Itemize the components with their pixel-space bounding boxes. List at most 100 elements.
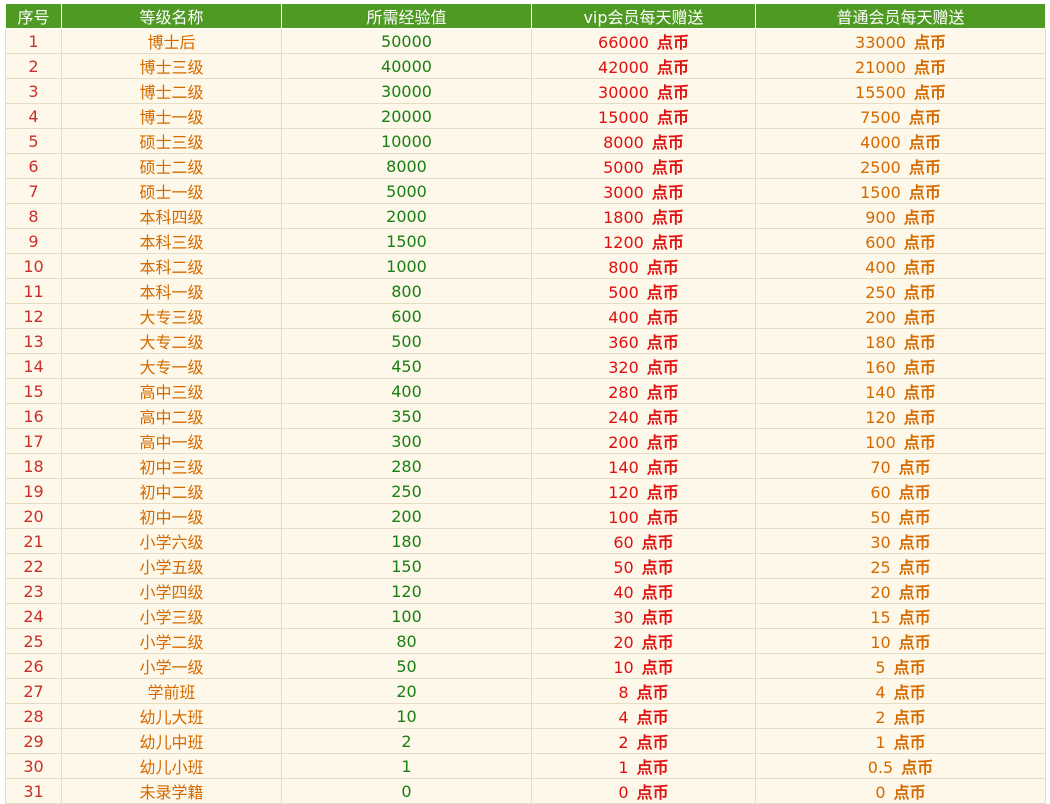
normal-daily-coins: 120 点币	[755, 403, 1046, 429]
vip-unit: 点币	[656, 108, 689, 127]
vip-amount: 15000	[598, 108, 649, 127]
vip-daily-coins: 5000 点币	[531, 153, 756, 179]
vip-daily-coins: 30 点币	[531, 603, 756, 629]
vip-amount: 2	[618, 733, 629, 752]
table-row: 17 高中一级 300 200 点币 100 点币	[5, 428, 1046, 454]
vip-unit: 点币	[641, 533, 674, 552]
vip-amount: 100	[608, 508, 639, 527]
normal-unit: 点币	[908, 108, 941, 127]
normal-daily-coins: 200 点币	[755, 303, 1046, 329]
vip-unit: 点币	[646, 383, 679, 402]
normal-amount: 33000	[855, 33, 906, 52]
normal-amount: 100	[865, 433, 896, 452]
required-experience: 250	[281, 478, 532, 504]
row-index: 15	[5, 378, 62, 404]
normal-unit: 点币	[898, 533, 931, 552]
required-experience: 150	[281, 553, 532, 579]
row-index: 2	[5, 53, 62, 79]
table-row: 2 博士三级 40000 42000 点币 21000 点币	[5, 53, 1046, 79]
level-name: 小学一级	[61, 653, 282, 679]
level-name: 大专二级	[61, 328, 282, 354]
normal-unit: 点币	[898, 633, 931, 652]
normal-unit: 点币	[893, 733, 926, 752]
table-row: 14 大专一级 450 320 点币 160 点币	[5, 353, 1046, 379]
normal-amount: 70	[870, 458, 891, 477]
vip-unit: 点币	[641, 658, 674, 677]
normal-daily-coins: 100 点币	[755, 428, 1046, 454]
required-experience: 20000	[281, 103, 532, 129]
normal-amount: 120	[865, 408, 896, 427]
normal-unit: 点币	[903, 208, 936, 227]
normal-amount: 21000	[855, 58, 906, 77]
required-experience: 10	[281, 703, 532, 729]
required-experience: 100	[281, 603, 532, 629]
required-experience: 200	[281, 503, 532, 529]
level-name: 博士三级	[61, 53, 282, 79]
normal-unit: 点币	[903, 283, 936, 302]
vip-daily-coins: 360 点币	[531, 328, 756, 354]
normal-amount: 7500	[860, 108, 901, 127]
level-name: 小学五级	[61, 553, 282, 579]
normal-amount: 250	[865, 283, 896, 302]
normal-amount: 4	[875, 683, 886, 702]
normal-daily-coins: 21000 点币	[755, 53, 1046, 79]
vip-unit: 点币	[651, 133, 684, 152]
vip-daily-coins: 1200 点币	[531, 228, 756, 254]
normal-unit: 点币	[908, 183, 941, 202]
normal-amount: 400	[865, 258, 896, 277]
table-row: 25 小学二级 80 20 点币 10 点币	[5, 628, 1046, 654]
normal-daily-coins: 600 点币	[755, 228, 1046, 254]
level-name: 本科二级	[61, 253, 282, 279]
normal-daily-coins: 4 点币	[755, 678, 1046, 704]
normal-unit: 点币	[898, 508, 931, 527]
vip-amount: 3000	[603, 183, 644, 202]
vip-unit: 点币	[646, 458, 679, 477]
level-name: 小学二级	[61, 628, 282, 654]
row-index: 10	[5, 253, 62, 279]
row-index: 14	[5, 353, 62, 379]
row-index: 4	[5, 103, 62, 129]
vip-unit: 点币	[641, 583, 674, 602]
normal-daily-coins: 60 点币	[755, 478, 1046, 504]
header-level-name: 等级名称	[61, 3, 282, 29]
vip-amount: 1	[618, 758, 629, 777]
normal-unit: 点币	[913, 33, 946, 52]
level-name: 博士一级	[61, 103, 282, 129]
table-row: 12 大专三级 600 400 点币 200 点币	[5, 303, 1046, 329]
normal-daily-coins: 50 点币	[755, 503, 1046, 529]
vip-unit: 点币	[656, 58, 689, 77]
normal-unit: 点币	[893, 783, 926, 802]
table-row: 7 硕士一级 5000 3000 点币 1500 点币	[5, 178, 1046, 204]
vip-daily-coins: 66000 点币	[531, 28, 756, 54]
row-index: 19	[5, 478, 62, 504]
required-experience: 1500	[281, 228, 532, 254]
table-row: 8 本科四级 2000 1800 点币 900 点币	[5, 203, 1046, 229]
vip-daily-coins: 400 点币	[531, 303, 756, 329]
required-experience: 5000	[281, 178, 532, 204]
level-name: 小学六级	[61, 528, 282, 554]
row-index: 30	[5, 753, 62, 779]
required-experience: 80	[281, 628, 532, 654]
table-row: 26 小学一级 50 10 点币 5 点币	[5, 653, 1046, 679]
table-row: 18 初中三级 280 140 点币 70 点币	[5, 453, 1046, 479]
normal-daily-coins: 180 点币	[755, 328, 1046, 354]
normal-unit: 点币	[903, 433, 936, 452]
vip-daily-coins: 0 点币	[531, 778, 756, 804]
normal-unit: 点币	[903, 408, 936, 427]
row-index: 27	[5, 678, 62, 704]
row-index: 18	[5, 453, 62, 479]
table-row: 30 幼儿小班 1 1 点币 0.5 点币	[5, 753, 1046, 779]
vip-amount: 1800	[603, 208, 644, 227]
level-name: 硕士二级	[61, 153, 282, 179]
vip-daily-coins: 100 点币	[531, 503, 756, 529]
level-name: 学前班	[61, 678, 282, 704]
table-row: 22 小学五级 150 50 点币 25 点币	[5, 553, 1046, 579]
table-row: 11 本科一级 800 500 点币 250 点币	[5, 278, 1046, 304]
table-row: 21 小学六级 180 60 点币 30 点币	[5, 528, 1046, 554]
normal-daily-coins: 20 点币	[755, 578, 1046, 604]
required-experience: 450	[281, 353, 532, 379]
normal-daily-coins: 4000 点币	[755, 128, 1046, 154]
table-row: 15 高中三级 400 280 点币 140 点币	[5, 378, 1046, 404]
vip-unit: 点币	[646, 258, 679, 277]
vip-amount: 240	[608, 408, 639, 427]
